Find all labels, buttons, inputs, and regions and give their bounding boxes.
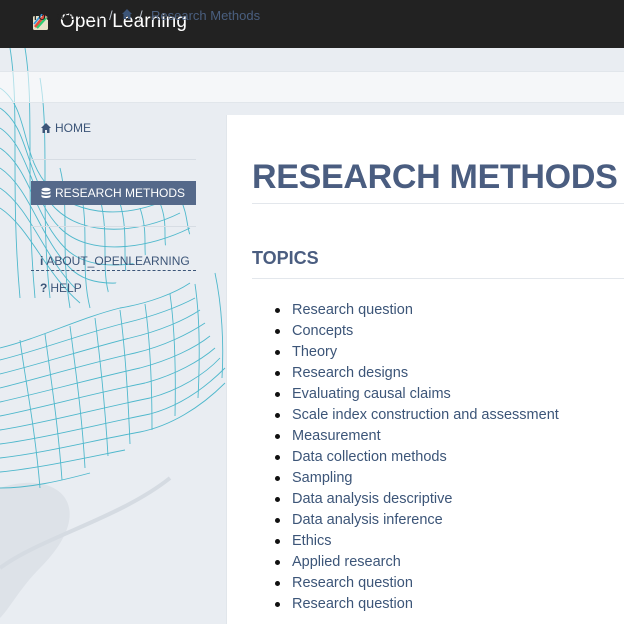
sidebar-item-label: HELP — [50, 281, 82, 295]
breadcrumb — [0, 71, 624, 103]
sidebar-item-research-methods[interactable]: RESEARCH METHODS — [31, 181, 196, 205]
sidebar-item-home[interactable]: HOME — [31, 119, 196, 137]
database-icon — [41, 187, 51, 198]
topic-link[interactable]: Theory — [252, 342, 559, 363]
topic-link[interactable]: Evaluating causal claims — [252, 384, 559, 405]
sidebar-item-label: RESEARCH METHODS — [55, 186, 186, 200]
breadcrumb-separator: / — [109, 8, 113, 23]
topic-link[interactable]: Scale index construction and assessment — [252, 405, 559, 426]
sidebar-item-label: ABOUT_OPENLEARNING — [46, 254, 190, 268]
topic-link[interactable]: Data collection methods — [252, 447, 559, 468]
topic-link[interactable]: Measurement — [252, 426, 559, 447]
sidebar-divider — [31, 226, 196, 227]
section-divider — [252, 278, 624, 279]
breadcrumb-label: You are here — [31, 8, 105, 23]
page-title: RESEARCH METHODS — [252, 158, 618, 196]
sidebar-divider — [31, 159, 196, 160]
topic-link[interactable]: Applied research — [252, 552, 559, 573]
section-heading: TOPICS — [252, 248, 319, 268]
topic-link[interactable]: Data analysis descriptive — [252, 489, 559, 510]
topic-link[interactable]: Research question — [252, 300, 559, 321]
topic-link[interactable]: Research question — [252, 573, 559, 594]
topic-link[interactable]: Data analysis inference — [252, 510, 559, 531]
topic-link[interactable]: Ethics — [252, 531, 559, 552]
topic-link[interactable]: Sampling — [252, 468, 559, 489]
info-icon: i — [40, 254, 44, 268]
topic-link[interactable]: Research question — [252, 594, 559, 615]
topic-link[interactable]: Concepts — [252, 321, 559, 342]
topic-list: Research question Concepts Theory Resear… — [252, 300, 559, 615]
topic-link[interactable]: Research designs — [252, 363, 559, 384]
breadcrumb-separator: / — [139, 8, 143, 23]
sidebar-item-label: HOME — [55, 121, 91, 135]
sidebar-item-help[interactable]: ? HELP — [31, 279, 196, 297]
sidebar-item-about[interactable]: i ABOUT_OPENLEARNING — [31, 252, 196, 271]
question-icon: ? — [40, 281, 48, 295]
title-divider — [252, 203, 624, 204]
home-icon[interactable] — [121, 8, 133, 20]
home-icon — [41, 123, 51, 133]
breadcrumb-current[interactable]: Research Methods — [151, 8, 260, 23]
